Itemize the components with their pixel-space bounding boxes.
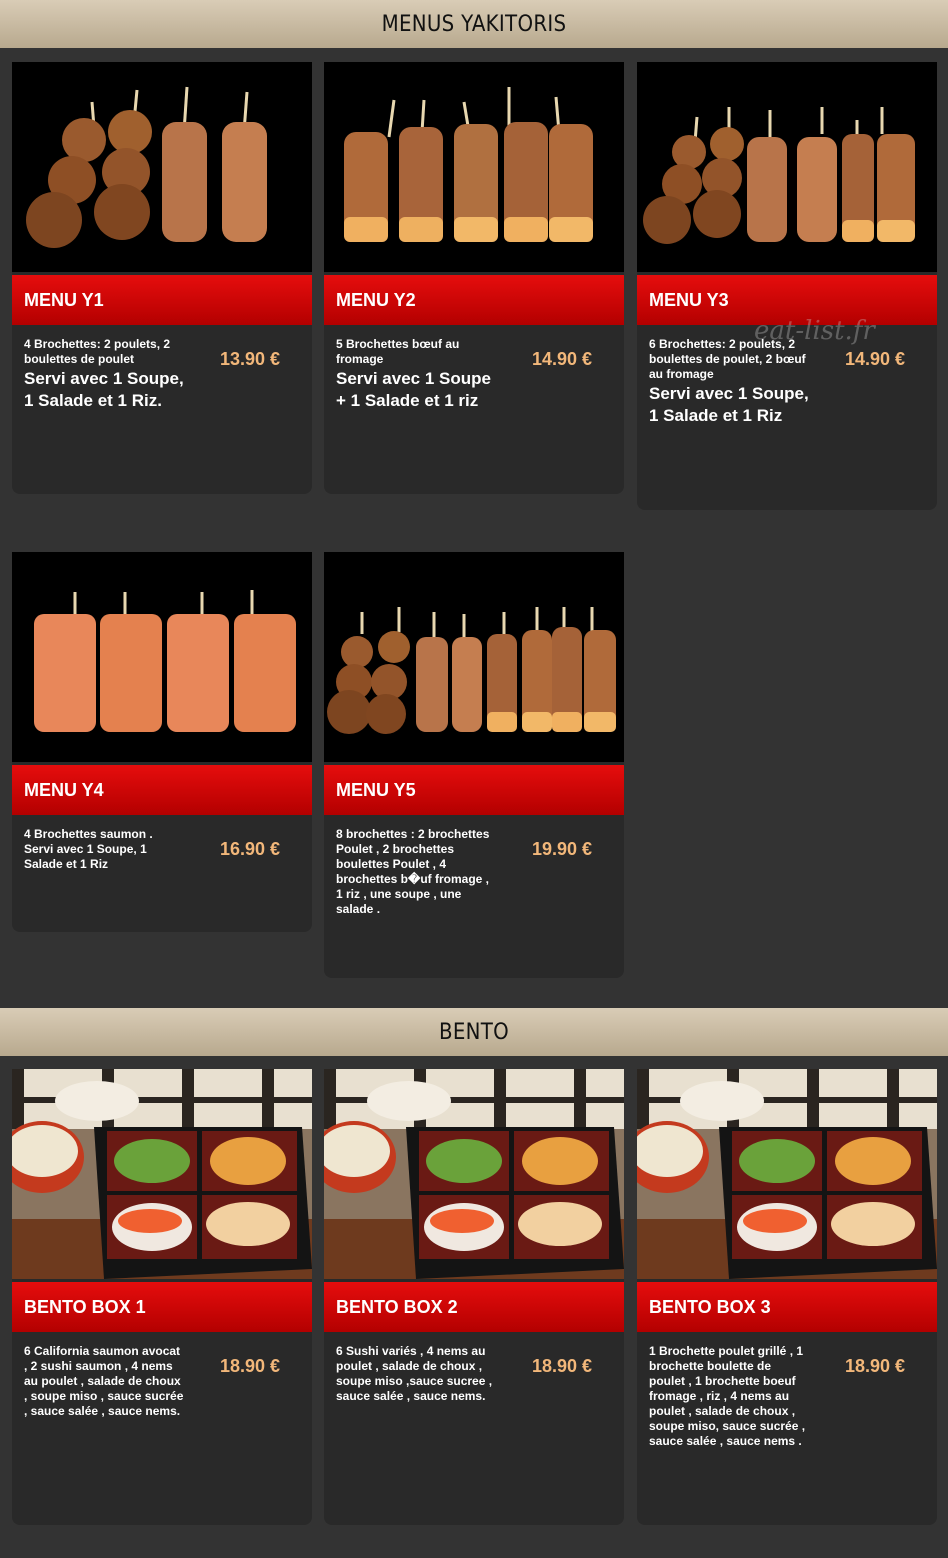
menu-card-y3[interactable]: MENU Y3 6 Brochettes: 2 poulets, 2 boule…: [637, 62, 937, 510]
menu-description: 6 Sushi variés , 4 nems au poulet , sala…: [336, 1344, 496, 1404]
menu-description: 5 Brochettes bœuf au fromage Servi avec …: [336, 337, 496, 412]
menu-title: MENU Y2: [324, 275, 624, 325]
menu-card-bento-1[interactable]: BENTO BOX 1 6 California saumon avocat ,…: [12, 1069, 312, 1525]
section-title-yakitoris: MENUS YAKITORIS: [0, 0, 948, 48]
yakitori-photo: [12, 62, 312, 272]
yakitori-photo: [637, 62, 937, 272]
menu-contents: 4 Brochettes saumon . Servi avec 1 Soupe…: [24, 827, 153, 871]
menu-price: 18.90 €: [845, 1356, 906, 1376]
menu-description: 4 Brochettes: 2 poulets, 2 boulettes de …: [24, 337, 184, 412]
menu-contents: 5 Brochettes bœuf au fromage: [336, 337, 460, 366]
menu-card-y4[interactable]: MENU Y4 4 Brochettes saumon . Servi avec…: [12, 552, 312, 932]
menu-description: 6 Brochettes: 2 poulets, 2 boulettes de …: [649, 337, 809, 427]
menu-served-with: Servi avec 1 Soupe, 1 Salade et 1 Riz: [649, 384, 809, 425]
yakitori-photo: [324, 62, 624, 272]
menu-description: 4 Brochettes saumon . Servi avec 1 Soupe…: [24, 827, 184, 872]
menu-card-y2[interactable]: MENU Y2 5 Brochettes bœuf au fromage Ser…: [324, 62, 624, 494]
menu-title: MENU Y5: [324, 765, 624, 815]
menu-price: 19.90 €: [532, 839, 593, 859]
bento-photo: [637, 1069, 937, 1279]
yakitori-photo: [324, 552, 624, 762]
menu-card-bento-2[interactable]: BENTO BOX 2 6 Sushi variés , 4 nems au p…: [324, 1069, 624, 1525]
menu-title: BENTO BOX 2: [324, 1282, 624, 1332]
bento-photo: [12, 1069, 312, 1279]
menu-contents: 8 brochettes : 2 brochettes Poulet , 2 b…: [336, 827, 490, 916]
menu-description: 6 California saumon avocat , 2 sushi sau…: [24, 1344, 184, 1419]
menu-price: 18.90 €: [532, 1356, 593, 1376]
menu-price: 16.90 €: [220, 839, 281, 859]
menu-title: MENU Y4: [12, 765, 312, 815]
menu-served-with: Servi avec 1 Soupe + 1 Salade et 1 riz: [336, 369, 491, 410]
menu-card-y5[interactable]: MENU Y5 8 brochettes : 2 brochettes Poul…: [324, 552, 624, 978]
menu-contents: 6 Sushi variés , 4 nems au poulet , sala…: [336, 1344, 493, 1403]
menu-title: BENTO BOX 3: [637, 1282, 937, 1332]
menu-contents: 6 California saumon avocat , 2 sushi sau…: [24, 1344, 184, 1418]
bento-photo: [324, 1069, 624, 1279]
menu-title: MENU Y1: [12, 275, 312, 325]
menu-description: 1 Brochette poulet grillé , 1 brochette …: [649, 1344, 809, 1449]
menu-card-y1[interactable]: MENU Y1 4 Brochettes: 2 poulets, 2 boule…: [12, 62, 312, 494]
section-title-bento: BENTO: [0, 1008, 948, 1056]
yakitori-photo: [12, 552, 312, 762]
menu-price: 14.90 €: [845, 349, 906, 369]
menu-contents: 4 Brochettes: 2 poulets, 2 boulettes de …: [24, 337, 171, 366]
menu-price: 14.90 €: [532, 349, 593, 369]
menu-description: 8 brochettes : 2 brochettes Poulet , 2 b…: [336, 827, 496, 917]
watermark: eat-list.fr: [754, 316, 875, 346]
menu-price: 13.90 €: [220, 349, 281, 369]
menu-served-with: Servi avec 1 Soupe, 1 Salade et 1 Riz.: [24, 369, 184, 410]
menu-price: 18.90 €: [220, 1356, 281, 1376]
menu-card-bento-3[interactable]: BENTO BOX 3 1 Brochette poulet grillé , …: [637, 1069, 937, 1525]
menu-title: BENTO BOX 1: [12, 1282, 312, 1332]
menu-contents: 1 Brochette poulet grillé , 1 brochette …: [649, 1344, 806, 1448]
